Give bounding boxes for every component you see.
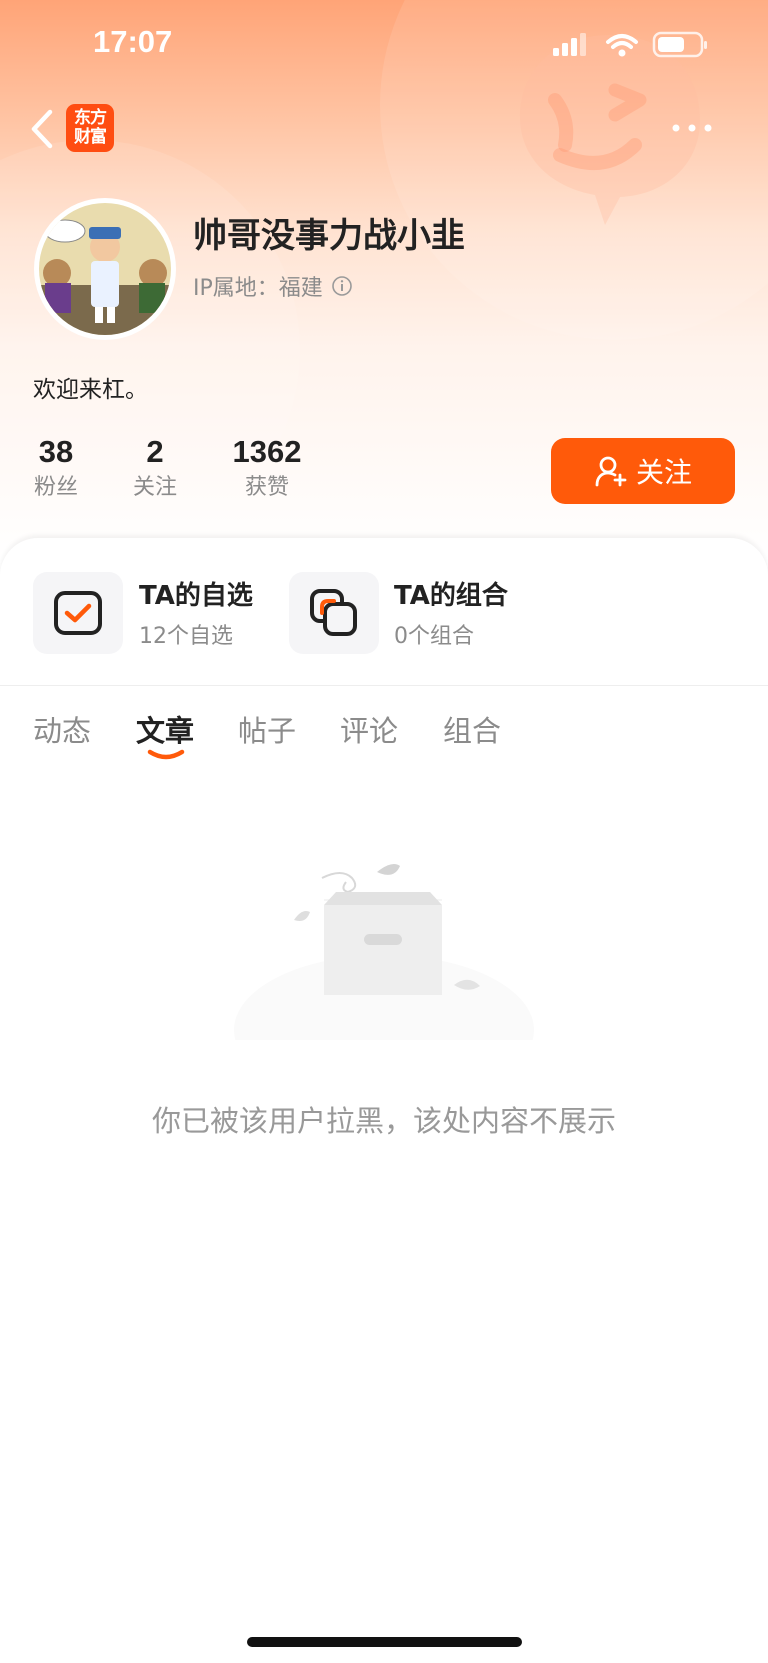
app-logo: 东方 财富 xyxy=(66,104,114,152)
follow-button[interactable]: 关注 xyxy=(551,438,735,504)
tab-portfolios[interactable]: 组合 xyxy=(443,708,501,750)
stat-value: 2 xyxy=(146,434,164,469)
portfolio-title[interactable]: TA的组合 xyxy=(394,575,508,612)
ip-location-row: IP属地：福建 xyxy=(193,270,353,302)
tab-comments[interactable]: 评论 xyxy=(340,708,398,750)
avatar-image xyxy=(39,203,171,335)
stat-value: 1362 xyxy=(232,434,302,469)
logo-text-top: 东方 xyxy=(74,108,107,128)
stat-value: 38 xyxy=(38,434,74,469)
status-time: 17:07 xyxy=(93,24,173,59)
logo-text-bottom: 财富 xyxy=(74,127,107,147)
back-button[interactable] xyxy=(24,106,64,152)
stat-label: 获赞 xyxy=(244,475,289,500)
portfolio-card-icon[interactable] xyxy=(289,572,379,654)
follow-label: 关注 xyxy=(635,456,692,489)
active-tab-indicator xyxy=(147,749,185,760)
portfolio-icon xyxy=(310,589,357,636)
home-indicator[interactable] xyxy=(247,1637,522,1647)
avatar[interactable] xyxy=(34,198,176,340)
watchlist-card-icon[interactable] xyxy=(33,572,123,654)
username: 帅哥没事力战小韭 xyxy=(193,216,465,256)
bio: 欢迎来杠。 xyxy=(33,377,148,403)
divider xyxy=(0,685,768,686)
watchlist-count: 12个自选 xyxy=(139,624,233,649)
stat-label: 粉丝 xyxy=(33,475,78,500)
stat-likes[interactable]: 1362 获赞 xyxy=(220,432,314,504)
add-user-icon xyxy=(595,456,627,487)
empty-state-message: 你已被该用户拉黑，该处内容不展示 xyxy=(151,1104,616,1138)
watchlist-title[interactable]: TA的自选 xyxy=(139,575,253,612)
more-dots-icon[interactable] xyxy=(670,118,714,138)
empty-box-illustration xyxy=(234,864,534,1040)
stat-label: 关注 xyxy=(132,475,177,500)
ip-location: IP属地：福建 xyxy=(193,276,323,301)
status-icons xyxy=(553,31,707,58)
tab-feed[interactable]: 动态 xyxy=(33,708,91,750)
info-icon[interactable] xyxy=(331,275,353,297)
checkbox-icon xyxy=(54,591,102,635)
tab-posts[interactable]: 帖子 xyxy=(238,708,296,750)
stat-fans[interactable]: 38 粉丝 xyxy=(26,432,86,504)
stat-following[interactable]: 2 关注 xyxy=(125,432,185,504)
tab-articles[interactable]: 文章 xyxy=(136,708,194,750)
portfolio-count: 0个组合 xyxy=(394,624,474,649)
